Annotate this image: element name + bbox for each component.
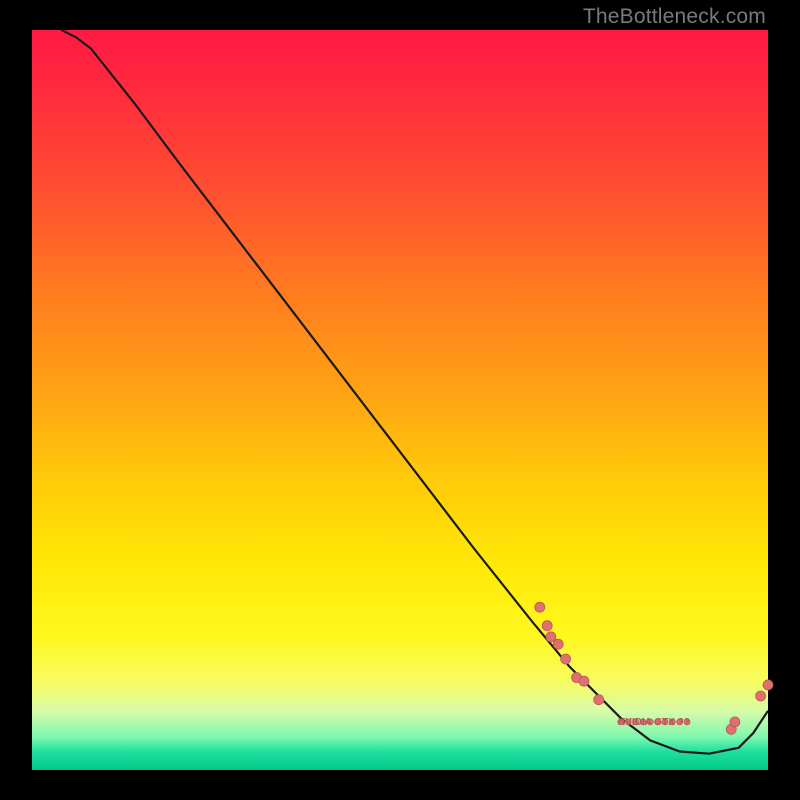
valley-label: NVIDIA GTX ?? [618, 717, 690, 728]
watermark-text: TheBottleneck.com [583, 5, 766, 29]
data-point [535, 602, 545, 612]
data-point [546, 632, 556, 642]
data-point [763, 680, 773, 690]
data-point [594, 695, 604, 705]
data-point [561, 654, 571, 664]
data-point [553, 639, 563, 649]
chart-container: TheBottleneck.com NVIDIA GTX ?? [0, 0, 800, 800]
bottleneck-curve [61, 30, 768, 754]
chart-overlay: NVIDIA GTX ?? [32, 30, 768, 770]
data-point [730, 717, 740, 727]
data-point [756, 691, 766, 701]
data-point [579, 676, 589, 686]
data-point [542, 621, 552, 631]
